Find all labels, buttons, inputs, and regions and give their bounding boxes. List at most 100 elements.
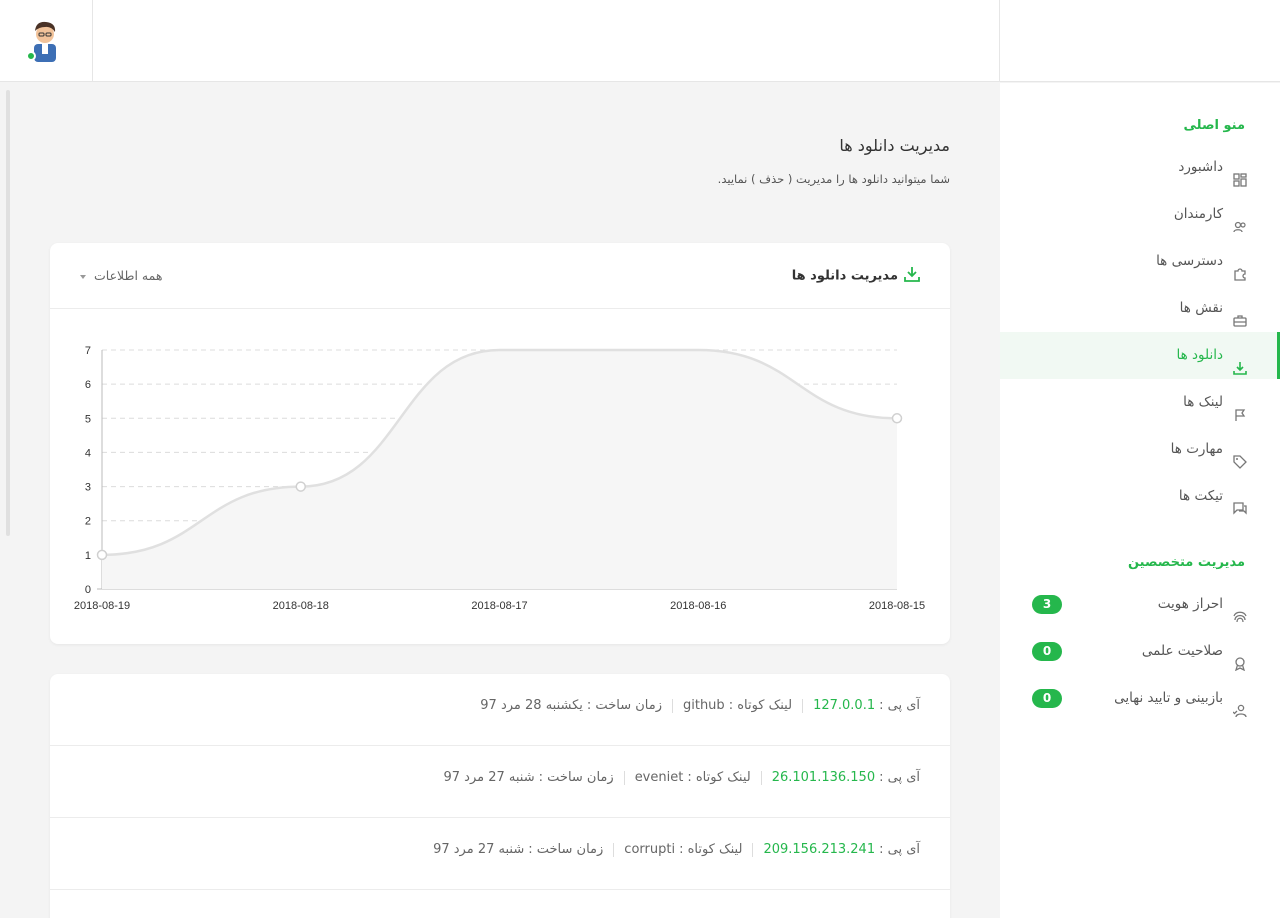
chat-icon [1233, 489, 1247, 515]
sidebar: منو اصلی داشبورد کارمندان دسترسی ها نقش ها د… [1000, 83, 1280, 918]
divider [623, 770, 625, 785]
tag-icon [1233, 442, 1247, 469]
time-value: شنبه 27 مرد 97 [433, 842, 525, 857]
sidebar-item-employees[interactable]: کارمندان [1000, 191, 1280, 238]
sidebar-item-dashboard[interactable]: داشبورد [1000, 144, 1280, 191]
top-bar [0, 0, 1280, 82]
data-point [891, 413, 903, 424]
flag-icon [1233, 395, 1247, 421]
x-tick-label: 2018-08-16 [670, 600, 726, 612]
puzzle-icon [1233, 254, 1247, 281]
page-title: مدیریت دانلود ها [839, 136, 950, 155]
sidebar-item-skills[interactable]: مهارت ها [1000, 426, 1280, 473]
sidebar-item-label: بازبینی و تایید نهایی [1114, 690, 1223, 706]
sidebar-item-label: صلاحیت علمی [1141, 643, 1223, 659]
list-item[interactable]: آی پی :209.156.213.241 لینک کوتاه :corrup… [50, 818, 950, 890]
download-icon [904, 266, 920, 286]
divider [92, 0, 93, 82]
card-title-text: مدیریت دانلود ها [791, 268, 898, 284]
time-label: زمان ساخت : [586, 698, 662, 713]
data-point [295, 481, 306, 492]
sidebar-item-permissions[interactable]: دسترسی ها [1000, 238, 1280, 285]
count-badge: 0 [1032, 689, 1062, 708]
ip-label: آی پی : [879, 698, 920, 713]
download-icon [1233, 348, 1247, 375]
scrollbar[interactable] [6, 90, 10, 536]
sidebar-item-label: کارمندان [1173, 206, 1223, 222]
y-tick-label: 7 [85, 345, 91, 357]
downloads-list: آی پی :127.0.0.1لینک کوتاه :githubزمان س… [50, 674, 950, 918]
ip-label: آی پی : [879, 842, 920, 857]
chart-card: مدیریت دانلود ها همه اطلاعات 0 1 2 3 4 5 6 7 201… [50, 243, 950, 644]
sidebar-item-identity[interactable]: احراز هویت 3 [1000, 581, 1280, 628]
sidebar-section-experts: مدیریت متخصصین [1127, 555, 1245, 570]
list-item-content: آی پی :127.0.0.1 لینک کوتاه :github زمان س… [480, 698, 920, 713]
ip-value: 26.101.136.150 [771, 770, 876, 785]
filter-label: همه اطلاعات [94, 268, 163, 283]
sidebar-item-label: لینک ها [1183, 394, 1223, 410]
y-tick-label: 0 [85, 584, 91, 596]
divider [671, 698, 673, 713]
y-tick-label: 3 [85, 482, 91, 494]
y-tick-label: 6 [85, 379, 91, 391]
link-label: لینک کوتاه : [728, 698, 793, 713]
data-point [96, 549, 108, 561]
y-tick-label: 5 [85, 413, 91, 425]
list-item[interactable]: آی پی :127.0.0.1 لینک کوتاه :github زمان س… [50, 674, 950, 746]
count-badge: 0 [1032, 642, 1062, 661]
page-subtitle: شما میتوانید دانلود ها را مدیریت ( حذف )… [717, 172, 950, 186]
user-check-icon [1232, 691, 1247, 718]
sidebar-item-qualification[interactable]: صلاحیت علمی 0 [1000, 628, 1280, 675]
y-tick-label: 1 [85, 550, 91, 562]
link-value: github [682, 698, 725, 713]
sidebar-item-review[interactable]: بازبینی و تایید نهایی 0 [1000, 675, 1280, 722]
sidebar-item-links[interactable]: لینک ها [1000, 379, 1280, 426]
divider [999, 0, 1000, 82]
y-tick-label: 2 [85, 516, 91, 528]
avatar[interactable] [26, 18, 62, 62]
divider [752, 842, 754, 857]
sidebar-item-roles[interactable]: نقش ها [1000, 285, 1280, 332]
dashboard-icon [1233, 160, 1247, 187]
sidebar-item-tickets[interactable]: تیکت ها [1000, 473, 1280, 520]
link-value: eveniet [634, 770, 684, 785]
y-tick-label: 4 [85, 447, 91, 459]
link-value: corrupti [624, 842, 676, 857]
sidebar-item-label: تیکت ها [1178, 488, 1223, 504]
link-label: لینک کوتاه : [687, 770, 751, 785]
online-status-dot [26, 51, 36, 61]
divider [613, 842, 615, 857]
sidebar-item-label: مهارت ها [1170, 441, 1223, 457]
ip-value: 209.156.213.241 [763, 842, 876, 857]
list-item[interactable]: آی پی :26.101.136.150 لینک کوتاه :eveniet… [50, 746, 950, 818]
time-value: شنبه 27 مرد 97 [443, 770, 535, 785]
sidebar-section-main: منو اصلی [1183, 118, 1245, 133]
briefcase-icon [1233, 301, 1247, 327]
x-tick-label: 2018-08-17 [471, 600, 527, 612]
divider [802, 698, 804, 713]
sidebar-item-label: دسترسی ها [1156, 253, 1223, 269]
downloads-chart: 0 1 2 3 4 5 6 7 2018-08-19 2018-08-18 2018-08-17 20… [74, 345, 925, 612]
sidebar-item-label: دانلود ها [1176, 347, 1224, 363]
x-tick-label: 2018-08-18 [273, 600, 329, 612]
chevron-down-icon [80, 274, 86, 279]
sidebar-item-downloads[interactable]: دانلود ها [1000, 332, 1280, 379]
time-label: زمان ساخت : [528, 842, 604, 857]
link-label: لینک کوتاه : [679, 842, 743, 857]
sidebar-item-label: داشبورد [1178, 159, 1223, 175]
sidebar-item-label: نقش ها [1179, 300, 1223, 316]
card-header: مدیریت دانلود ها همه اطلاعات [50, 243, 950, 309]
list-item-content: آی پی :26.101.136.150 لینک کوتاه :eveniet… [443, 770, 920, 785]
ip-value: 127.0.0.1 [813, 698, 876, 713]
fingerprint-icon [1233, 597, 1247, 623]
ip-label: آی پی : [879, 770, 920, 785]
area-fill [102, 350, 897, 589]
x-tick-label: 2018-08-19 [74, 600, 130, 612]
filter-dropdown[interactable]: همه اطلاعات [80, 268, 162, 283]
time-label: زمان ساخت : [538, 770, 614, 785]
divider [760, 770, 762, 785]
time-value: یکشنبه 28 مرد 97 [480, 698, 583, 713]
sidebar-item-label: احراز هویت [1157, 596, 1223, 612]
card-title: مدیریت دانلود ها [792, 266, 920, 286]
list-item-content: آی پی :209.156.213.241 لینک کوتاه :corrup… [433, 842, 920, 857]
